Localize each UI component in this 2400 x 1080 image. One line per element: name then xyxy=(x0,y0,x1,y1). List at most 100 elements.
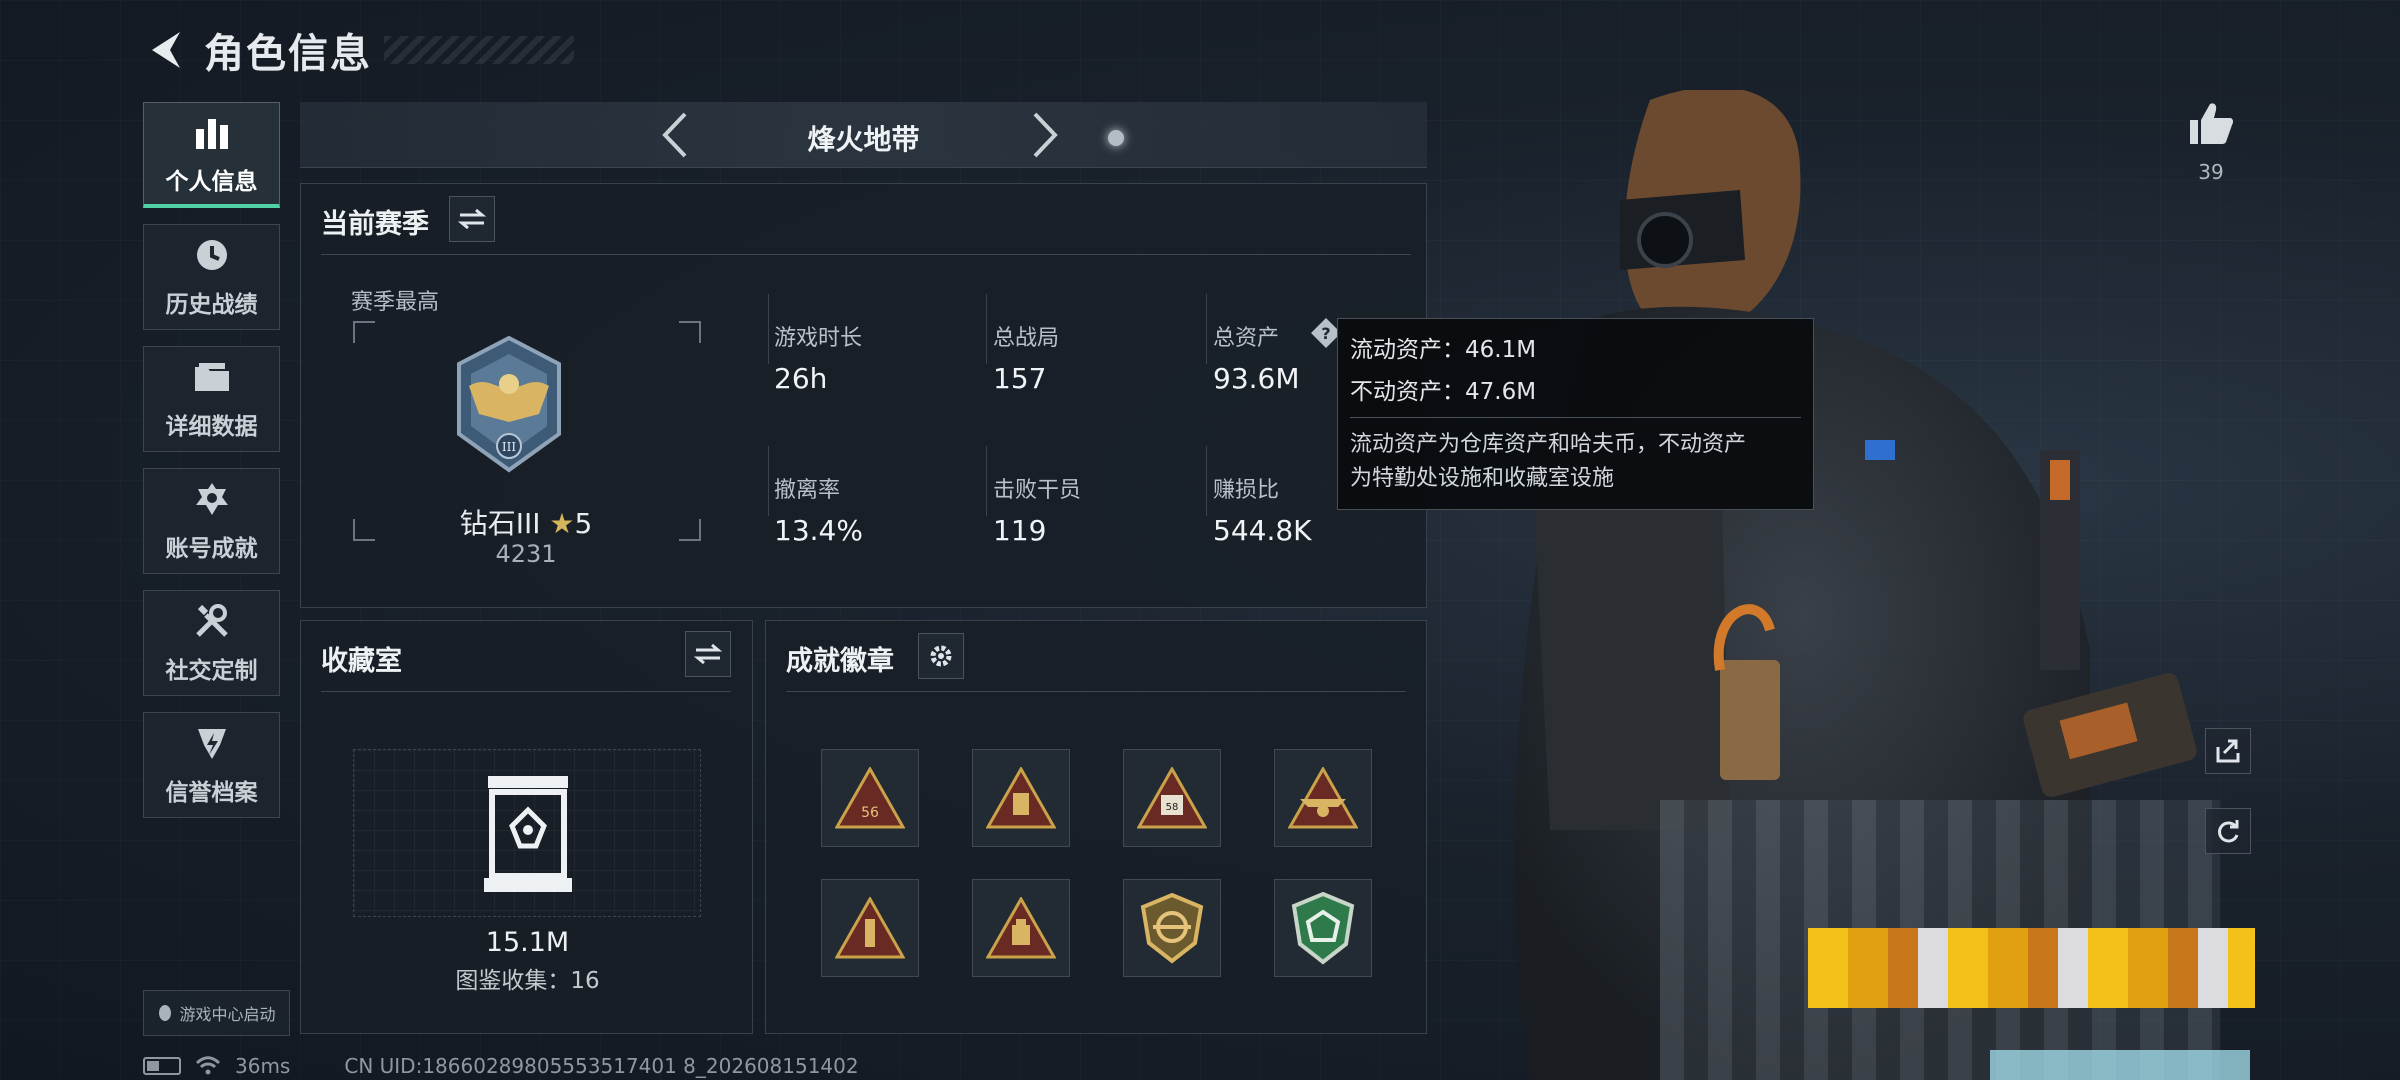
badge-slot[interactable] xyxy=(1274,879,1372,977)
achievement-icon xyxy=(192,479,232,519)
back-arrow-icon[interactable] xyxy=(140,26,188,74)
badge-slot[interactable] xyxy=(972,879,1070,977)
triangle-badge-58-icon: 58 xyxy=(1137,767,1207,829)
share-icon xyxy=(2216,739,2240,763)
stat-label: 撤离率 xyxy=(774,478,841,503)
divider xyxy=(768,294,769,364)
folder-icon xyxy=(192,357,232,397)
divider xyxy=(1206,446,1207,516)
triangle-badge-lantern-icon xyxy=(986,767,1056,829)
stat-value: 119 xyxy=(993,514,1047,547)
stat-value: 93.6M xyxy=(1213,362,1300,395)
current-season-panel: 当前赛季 赛季最高 III 钻石III ★5 4231 游戏时长 26h 总战局… xyxy=(300,183,1427,608)
penguin-icon xyxy=(159,1005,172,1021)
stat-extract-rate: 撤离率 13.4% xyxy=(774,472,863,547)
tooltip-fixed-assets: 不动资产：47.6M xyxy=(1350,379,1537,405)
badge-slot[interactable] xyxy=(1123,879,1221,977)
mode-title: 烽火地带 xyxy=(807,123,920,156)
tooltip-desc-line: 为特勤处设施和收藏室设施 xyxy=(1350,466,1615,491)
stat-profit-loss-ratio: 赚损比 544.8K xyxy=(1213,472,1312,547)
badge-slot[interactable]: 56 xyxy=(821,749,919,847)
wifi-icon xyxy=(195,1056,221,1075)
bar-chart-icon xyxy=(192,112,232,152)
collection-preview[interactable] xyxy=(353,749,701,917)
badge-slot[interactable] xyxy=(821,879,919,977)
display-case-icon xyxy=(484,776,572,892)
triangle-badge-tower-icon xyxy=(835,897,905,959)
sidebar-item-history[interactable]: 历史战绩 xyxy=(143,224,280,330)
divider xyxy=(1206,294,1207,364)
refresh-icon xyxy=(2218,820,2239,843)
badge-slot[interactable] xyxy=(972,749,1070,847)
sidebar-item-label: 信誉档案 xyxy=(165,780,258,806)
badges-title: 成就徽章 xyxy=(786,646,894,677)
badge-slot[interactable]: 58 xyxy=(1123,749,1221,847)
divider xyxy=(1350,417,1801,418)
sidebar-item-credit-record[interactable]: 信誉档案 xyxy=(143,712,280,818)
next-mode-arrow-icon[interactable] xyxy=(1025,110,1065,160)
swap-icon xyxy=(458,208,486,230)
badge-slot[interactable] xyxy=(1274,749,1372,847)
stat-total-matches: 总战局 157 xyxy=(993,320,1059,395)
svg-text:56: 56 xyxy=(861,805,879,821)
ping-value: 36ms xyxy=(235,1054,291,1078)
sidebar: 个人信息 历史战绩 详细数据 账号成就 社交定制 信誉档案 xyxy=(143,102,280,834)
launch-label: 游戏中心启动 xyxy=(179,1005,276,1024)
collection-value: 15.1M xyxy=(485,927,570,958)
thumbs-up-icon[interactable] xyxy=(2186,98,2236,148)
svg-text:III: III xyxy=(502,440,516,454)
season-best-label: 赛季最高 xyxy=(351,290,440,315)
sidebar-item-label: 账号成就 xyxy=(165,536,258,562)
svg-text:58: 58 xyxy=(1166,802,1179,813)
stat-label: 赚损比 xyxy=(1213,478,1280,503)
sidebar-item-personal-info[interactable]: 个人信息 xyxy=(143,102,280,208)
stat-label: 击败干员 xyxy=(993,478,1082,503)
divider xyxy=(321,254,1411,255)
status-bar: 36ms CN UID:18660289805553517401 8_20260… xyxy=(143,1053,859,1079)
tooltip-liquid-assets: 流动资产：46.1M xyxy=(1350,337,1537,363)
swap-icon xyxy=(694,643,722,665)
blurred-bar xyxy=(1990,1050,2250,1080)
blurred-banner xyxy=(1808,928,2255,1008)
stat-label: 总资产 xyxy=(1213,326,1280,351)
triangle-badge-lamp-icon xyxy=(986,897,1056,959)
triangle-badge-56-icon: 56 xyxy=(835,767,905,829)
battery-icon xyxy=(143,1057,181,1075)
season-switch-button[interactable] xyxy=(449,196,495,242)
like-count: 39 xyxy=(2198,160,2224,184)
badge-settings-button[interactable] xyxy=(918,633,964,679)
credit-shield-icon xyxy=(192,723,232,763)
glow-dot xyxy=(1108,130,1124,146)
rank-name: 钻石III xyxy=(459,507,541,540)
title-decoration xyxy=(384,36,574,64)
collection-title: 收藏室 xyxy=(321,646,402,677)
assets-tooltip: 流动资产：46.1M 不动资产：47.6M 流动资产为仓库资产和哈夫币，不动资产… xyxy=(1337,318,1814,510)
sidebar-item-label: 个人信息 xyxy=(165,168,258,195)
green-shield-badge-icon xyxy=(1291,891,1355,965)
divider xyxy=(986,294,987,364)
share-button[interactable] xyxy=(2205,728,2251,774)
sidebar-item-social-custom[interactable]: 社交定制 xyxy=(143,590,280,696)
tools-icon xyxy=(192,601,232,641)
tooltip-desc-line: 流动资产为仓库资产和哈夫币，不动资产 xyxy=(1350,432,1747,457)
stat-value: 157 xyxy=(993,362,1047,395)
svg-text:?: ? xyxy=(1321,324,1330,343)
gear-icon xyxy=(930,645,952,667)
clock-icon xyxy=(192,235,232,275)
sidebar-item-label: 详细数据 xyxy=(165,414,258,440)
mode-selector: 烽火地带 xyxy=(300,102,1427,168)
season-title: 当前赛季 xyxy=(321,209,429,240)
user-uid: CN UID:18660289805553517401 8_2026081514… xyxy=(344,1054,859,1078)
game-center-launch-button[interactable]: 游戏中心启动 xyxy=(143,990,290,1036)
sidebar-item-detailed-data[interactable]: 详细数据 xyxy=(143,346,280,452)
sidebar-item-achievements[interactable]: 账号成就 xyxy=(143,468,280,574)
refresh-button[interactable] xyxy=(2205,808,2251,854)
stat-value: 13.4% xyxy=(774,514,863,547)
stat-label: 游戏时长 xyxy=(774,326,863,351)
stat-value: 26h xyxy=(774,362,828,395)
tooltip-description: 流动资产为仓库资产和哈夫币，不动资产 为特勤处设施和收藏室设施 xyxy=(1350,428,1801,496)
stat-label: 总战局 xyxy=(993,326,1060,351)
divider xyxy=(768,446,769,516)
rank-score: 4231 xyxy=(495,540,557,568)
collection-switch-button[interactable] xyxy=(685,631,731,677)
